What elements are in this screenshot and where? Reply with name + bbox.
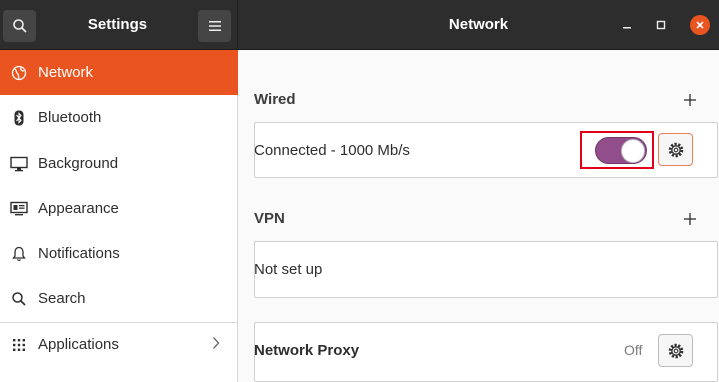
sidebar-item-label: Network [38, 64, 94, 81]
minimize-button[interactable] [617, 15, 637, 35]
vpn-status-label: Not set up [254, 261, 323, 278]
gear-icon [668, 343, 683, 358]
menu-button[interactable] [198, 10, 231, 42]
sidebar-item-network[interactable]: Network [0, 50, 238, 95]
sidebar-item-label: Appearance [38, 200, 119, 217]
maximize-button[interactable] [651, 15, 671, 35]
network-proxy-status: Off [624, 342, 643, 358]
sidebar-header: Settings [0, 0, 238, 50]
sidebar: Network Bluetooth Background Appearance … [0, 50, 238, 382]
toggle-knob [621, 139, 645, 163]
vpn-section-title: VPN [254, 210, 285, 227]
network-proxy-label: Network Proxy [254, 342, 360, 359]
wired-settings-button[interactable] [658, 133, 693, 166]
wired-connection-label: Connected - 1000 Mb/s [254, 142, 410, 159]
chevron-right-icon [212, 336, 220, 354]
close-button[interactable] [690, 15, 710, 35]
vpn-card [254, 241, 718, 298]
network-panel: Wired Connected - 1000 Mb/s VPN Not set … [239, 50, 719, 382]
sidebar-title: Settings [87, 16, 148, 33]
sidebar-item-notifications[interactable]: Notifications [0, 231, 238, 276]
sidebar-item-label: Search [38, 290, 86, 307]
sidebar-item-label: Bluetooth [38, 109, 102, 126]
bluetooth-icon [14, 110, 24, 125]
search-button[interactable] [3, 10, 36, 42]
search-icon [12, 19, 27, 33]
network-proxy-settings-button[interactable] [658, 334, 693, 367]
add-wired-button[interactable] [683, 93, 697, 107]
network-globe-icon [11, 65, 27, 80]
gear-icon [668, 142, 683, 157]
plus-icon [684, 94, 696, 106]
close-icon [696, 21, 704, 29]
sidebar-item-label: Applications [38, 336, 119, 353]
chevron-right-icon [212, 376, 220, 382]
sidebar-item-label: Background [38, 155, 119, 172]
sidebar-item-appearance[interactable]: Appearance [0, 186, 238, 231]
sidebar-item-label: Notifications [38, 245, 120, 262]
appearance-icon [10, 201, 28, 215]
maximize-icon [656, 20, 666, 30]
header-bar: Settings Network [0, 0, 719, 50]
grid-icon [13, 338, 25, 351]
sidebar-item-bluetooth[interactable]: Bluetooth [0, 95, 238, 140]
sidebar-item-applications[interactable]: Applications [0, 322, 238, 367]
minimize-icon [623, 27, 631, 29]
sidebar-item-background[interactable]: Background [0, 141, 238, 186]
wired-toggle-switch[interactable] [595, 137, 647, 164]
search-icon [12, 291, 26, 306]
sidebar-next-item-icon [16, 376, 24, 382]
sidebar-item-search[interactable]: Search [0, 276, 238, 321]
add-vpn-button[interactable] [683, 212, 697, 226]
page-title: Network [448, 16, 509, 33]
hamburger-menu-icon [208, 21, 221, 31]
bell-icon [12, 246, 26, 261]
plus-icon [684, 213, 696, 225]
wired-section-title: Wired [254, 91, 296, 108]
background-monitor-icon [10, 156, 28, 171]
